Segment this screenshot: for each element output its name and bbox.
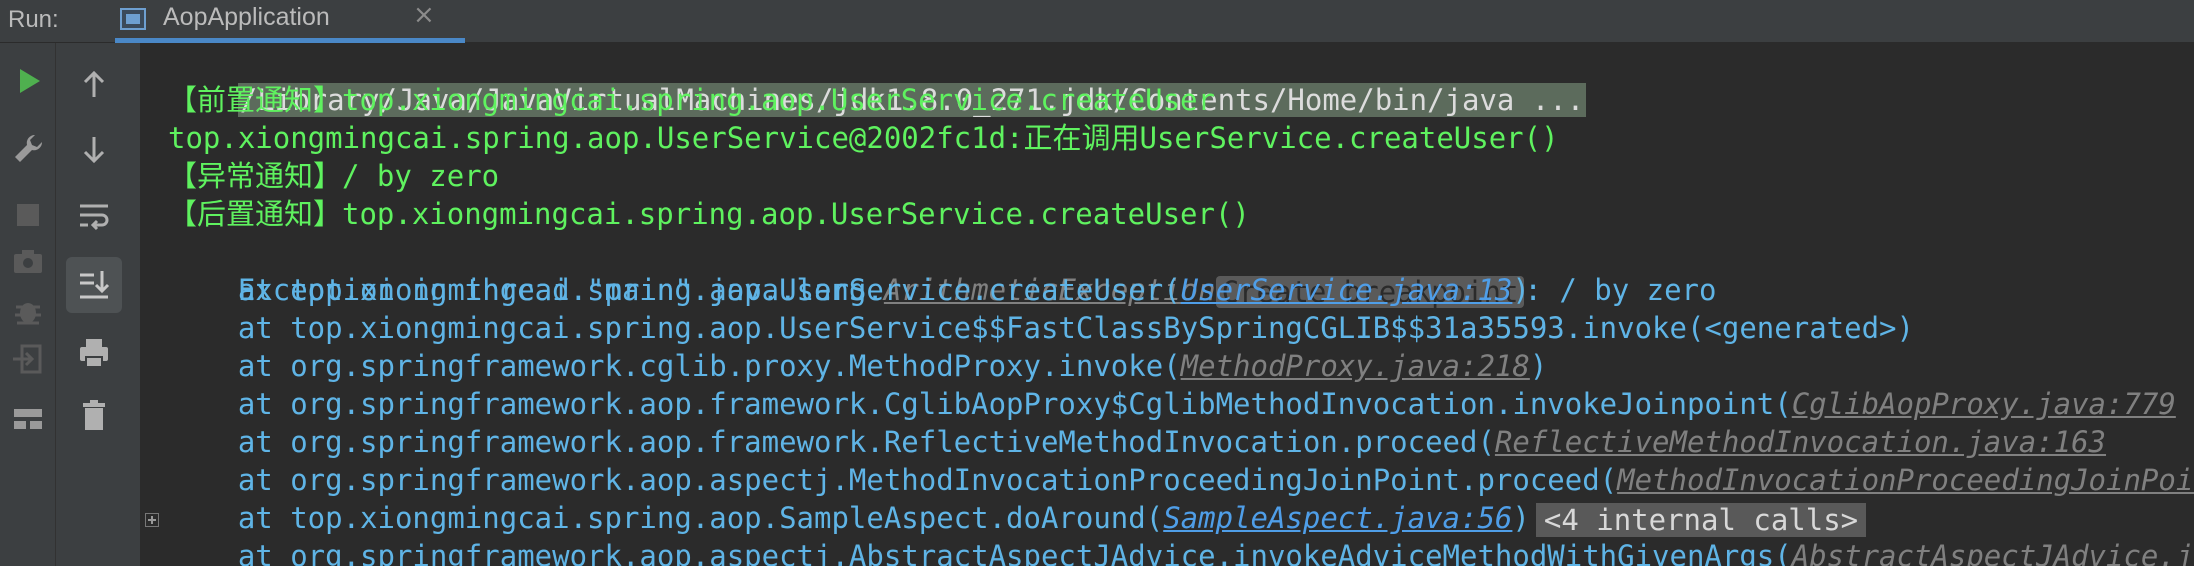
source-link[interactable]: AbstractAspectJAdvice.java:644 [1792,539,2194,566]
stack-frame: at top.xiongmingcai.spring.aop.UserServi… [168,309,1914,347]
stack-frame-text: at org.springframework.cglib.proxy.Metho… [168,349,1181,383]
source-link[interactable]: CglibAopProxy.java:779 [1792,387,2176,421]
stack-frame-text: at org.springframework.aop.framework.Ref… [168,425,1495,459]
exception-message: : / by zero [1524,273,1717,307]
stack-frame-text: at org.springframework.aop.framework.Cgl… [168,387,1792,421]
console-output[interactable]: /Library/Java/JavaVirtualMachines/jdk1.8… [141,43,2194,566]
arrow-down-icon[interactable] [74,129,114,169]
exception-line: Exception in thread "main" java.lang.Ari… [168,233,1716,308]
camera-icon[interactable] [8,241,48,281]
stack-frame-tail: ) [1512,273,1530,307]
run-tab-title: AopApplication [163,3,330,31]
stack-frame-tail: ) [1512,501,1530,535]
arrow-up-icon[interactable] [74,65,114,105]
stack-frame: at top.xiongmingcai.spring.aop.SampleAsp… [168,499,1867,537]
stack-frame: at org.springframework.aop.framework.Ref… [168,423,2106,461]
soft-wrap-icon[interactable] [74,195,114,235]
stack-frame-text: at org.springframework.aop.aspectj.Abstr… [168,539,1792,566]
scroll-to-end-icon[interactable] [74,265,114,305]
console-command-line: /Library/Java/JavaVirtualMachines/jdk1.8… [168,43,1587,117]
console-output-line: 【后置通知】top.xiongmingcai.spring.aop.UserSe… [168,197,1250,231]
stack-frame: at org.springframework.cglib.proxy.Metho… [168,347,1548,385]
source-link[interactable]: SampleAspect.java:56 [1163,501,1512,535]
console-actions-toolbar [56,43,141,566]
run-tool-window-left-toolbar [0,43,56,566]
console-output-line: top.xiongmingcai.spring.aop.UserService@… [168,121,1559,155]
internal-calls-toggle[interactable]: <4 internal calls> [1535,503,1867,537]
stack-frame: at top.xiongmingcai.spring.aop.UserServi… [168,271,1530,309]
trash-icon[interactable] [74,395,114,435]
stop-icon[interactable] [8,195,48,235]
expand-fold-icon[interactable] [145,513,159,527]
stack-frame-tail: ) [1529,349,1548,383]
stack-frame: at org.springframework.aop.framework.Cgl… [168,385,2176,423]
close-icon[interactable]: × [413,0,435,30]
application-window-icon [120,8,146,30]
run-label: Run: [8,6,59,33]
stack-frame-text: at top.xiongmingcai.spring.aop.UserServi… [168,311,1914,345]
source-link[interactable]: MethodProxy.java:218 [1181,349,1530,383]
stack-frame-text: at org.springframework.aop.aspectj.Metho… [168,463,1618,497]
stack-frame: at org.springframework.aop.aspectj.Abstr… [168,537,2194,566]
print-icon[interactable] [74,333,114,373]
stack-frame-text: at top.xiongmingcai.spring.aop.UserServi… [168,273,1181,307]
source-link[interactable]: ReflectiveMethodInvocation.java:163 [1495,425,2106,459]
run-toolbar: Run: AopApplication × [0,0,2194,43]
run-tab-aop-application[interactable]: AopApplication × [115,0,465,43]
stack-frame-text: at top.xiongmingcai.spring.aop.SampleAsp… [168,501,1164,535]
stack-frame: at org.springframework.aop.aspectj.Metho… [168,461,2194,499]
wrench-icon[interactable] [8,129,48,169]
debug-bug-icon[interactable] [8,291,48,331]
console-output-line: 【异常通知】/ by zero [168,159,500,193]
source-link[interactable]: UserService.java:13 [1181,273,1513,307]
layout-icon[interactable] [8,399,48,439]
exit-icon[interactable] [8,339,48,379]
run-icon[interactable] [8,61,48,101]
console-output-line: 【前置通知】top.xiongmingcai.spring.aop.UserSe… [168,83,1215,117]
source-link[interactable]: MethodInvocationProceedingJoinPoint.java… [1617,463,2194,497]
